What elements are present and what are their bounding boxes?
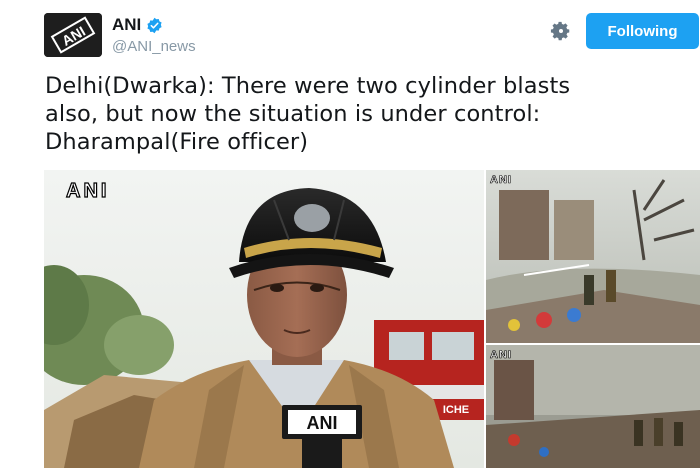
main-photo-panel: ICHE ANI ANI xyxy=(44,170,484,468)
tweet-text-line: Delhi(Dwarka): There were two cylinder b… xyxy=(45,73,571,99)
verified-badge-icon xyxy=(147,17,162,33)
side-photo-bottom: ANI xyxy=(486,345,700,468)
tweet-text: Delhi(Dwarka): There were two cylinder b… xyxy=(45,72,695,156)
display-name[interactable]: ANI xyxy=(112,15,141,35)
name-row: ANI xyxy=(112,15,163,35)
news-photo: ICHE ANI ANI ANI ANI xyxy=(44,170,700,468)
tweet-media-image[interactable]: ICHE ANI ANI ANI ANI xyxy=(44,170,700,468)
side-photo-top: ANI xyxy=(486,170,700,343)
ani-logo-icon: ANI xyxy=(44,13,102,57)
tweet-text-line: Dharampal(Fire officer) xyxy=(45,129,309,155)
main-watermark: ANI xyxy=(66,180,109,202)
tweet-header: ANI ANI @ANI_news Following xyxy=(0,0,700,64)
truck-text: ICHE xyxy=(443,404,469,416)
avatar[interactable]: ANI xyxy=(44,13,102,57)
tweet-text-line: also, but now the situation is under con… xyxy=(45,101,541,127)
mic-label: ANI xyxy=(307,413,338,433)
account-handle[interactable]: @ANI_news xyxy=(112,38,196,55)
gear-icon[interactable] xyxy=(550,20,572,42)
following-button[interactable]: Following xyxy=(586,13,699,49)
side-bottom-watermark: ANI xyxy=(490,349,512,361)
side-top-watermark: ANI xyxy=(490,174,512,186)
